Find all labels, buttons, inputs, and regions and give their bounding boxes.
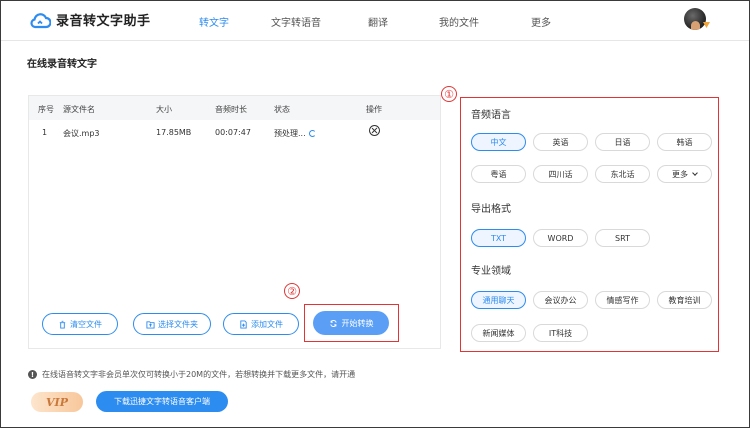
lang-chinese-chip[interactable]: 中文 — [471, 133, 526, 151]
clear-files-button[interactable]: 清空文件 — [42, 313, 118, 335]
clear-files-label: 清空文件 — [70, 319, 102, 329]
lang-more-dropdown[interactable]: 更多 — [657, 165, 712, 183]
th-index: 序号 — [38, 105, 54, 114]
trash-icon — [59, 320, 66, 329]
app-title: 录音转文字助手 — [56, 14, 151, 29]
domain-education-chip[interactable]: 教育培训 — [657, 291, 712, 309]
row-size: 17.85MB — [156, 128, 192, 137]
lang-english-chip[interactable]: 英语 — [533, 133, 588, 151]
annotation-marker-2: ② — [284, 283, 300, 299]
page-title: 在线录音转文字 — [27, 59, 97, 70]
row-file-name: 会议.mp3 — [63, 129, 100, 138]
select-folder-label: 选择文件夹 — [158, 319, 198, 329]
status-text: 预处理... — [274, 129, 306, 138]
lang-korean-chip[interactable]: 韩语 — [657, 133, 712, 151]
select-folder-button[interactable]: 选择文件夹 — [133, 313, 211, 335]
nav-more[interactable]: 更多 — [531, 14, 551, 29]
nav-translate[interactable]: 翻译 — [368, 14, 388, 29]
options-panel: 音频语言 中文 英语 日语 韩语 粤语 四川话 东北话 更多 导出格式 TXT … — [460, 97, 719, 352]
info-icon: ! — [28, 370, 37, 379]
highlight-box-start — [304, 304, 399, 342]
domain-office-chip[interactable]: 会议办公 — [533, 291, 588, 309]
nav-transcribe[interactable]: 转文字 — [199, 14, 229, 29]
add-file-label: 添加文件 — [251, 319, 283, 329]
th-actions: 操作 — [366, 105, 382, 114]
lang-northeast-chip[interactable]: 东北话 — [595, 165, 650, 183]
domain-section-title: 专业领域 — [471, 266, 511, 277]
top-navigation: 录音转文字助手 转文字 文字转语音 翻译 我的文件 更多 — [1, 1, 749, 41]
format-section-title: 导出格式 — [471, 204, 511, 215]
annotation-marker-1: ① — [441, 86, 457, 102]
row-index: 1 — [42, 128, 48, 137]
vip-button[interactable]: VIP — [31, 392, 83, 412]
add-file-button[interactable]: 添加文件 — [223, 313, 299, 335]
domain-news-chip[interactable]: 新闻媒体 — [471, 324, 526, 342]
notice-text: 在线语音转文字非会员单次仅可转换小于20M的文件，若想转换并下载更多文件，请开通 — [42, 370, 356, 379]
app-logo[interactable]: 录音转文字助手 — [29, 10, 151, 29]
th-duration: 音频时长 — [215, 105, 247, 114]
avatar-badge-icon — [703, 22, 710, 28]
loading-spinner-icon — [308, 130, 316, 137]
row-duration: 00:07:47 — [215, 128, 251, 137]
lang-cantonese-chip[interactable]: 粤语 — [471, 165, 526, 183]
domain-general-chip[interactable]: 通用聊天 — [471, 291, 526, 309]
domain-writing-chip[interactable]: 情感写作 — [595, 291, 650, 309]
th-status: 状态 — [274, 105, 290, 114]
language-section-title: 音频语言 — [471, 110, 511, 121]
lang-japanese-chip[interactable]: 日语 — [595, 133, 650, 151]
format-txt-chip[interactable]: TXT — [471, 229, 526, 247]
remove-file-icon[interactable] — [369, 125, 380, 136]
row-status: 预处理... — [274, 128, 316, 139]
format-word-chip[interactable]: WORD — [533, 229, 588, 247]
nav-text-to-speech[interactable]: 文字转语音 — [271, 14, 321, 29]
lang-sichuan-chip[interactable]: 四川话 — [533, 165, 588, 183]
add-file-icon — [240, 319, 247, 329]
th-file-name: 源文件名 — [63, 105, 95, 114]
member-notice: ! 在线语音转文字非会员单次仅可转换小于20M的文件，若想转换并下载更多文件，请… — [28, 369, 355, 380]
table-header: 序号 源文件名 大小 音频时长 状态 操作 — [29, 96, 440, 120]
cloud-logo-icon — [30, 12, 51, 28]
format-srt-chip[interactable]: SRT — [595, 229, 650, 247]
domain-it-chip[interactable]: IT科技 — [533, 324, 588, 342]
download-client-button[interactable]: 下载迅捷文字转语音客户端 — [96, 391, 228, 412]
chevron-down-icon — [692, 169, 698, 176]
nav-my-files[interactable]: 我的文件 — [439, 14, 479, 29]
th-size: 大小 — [156, 105, 172, 114]
lang-more-label: 更多 — [672, 169, 688, 179]
folder-upload-icon — [146, 320, 155, 329]
